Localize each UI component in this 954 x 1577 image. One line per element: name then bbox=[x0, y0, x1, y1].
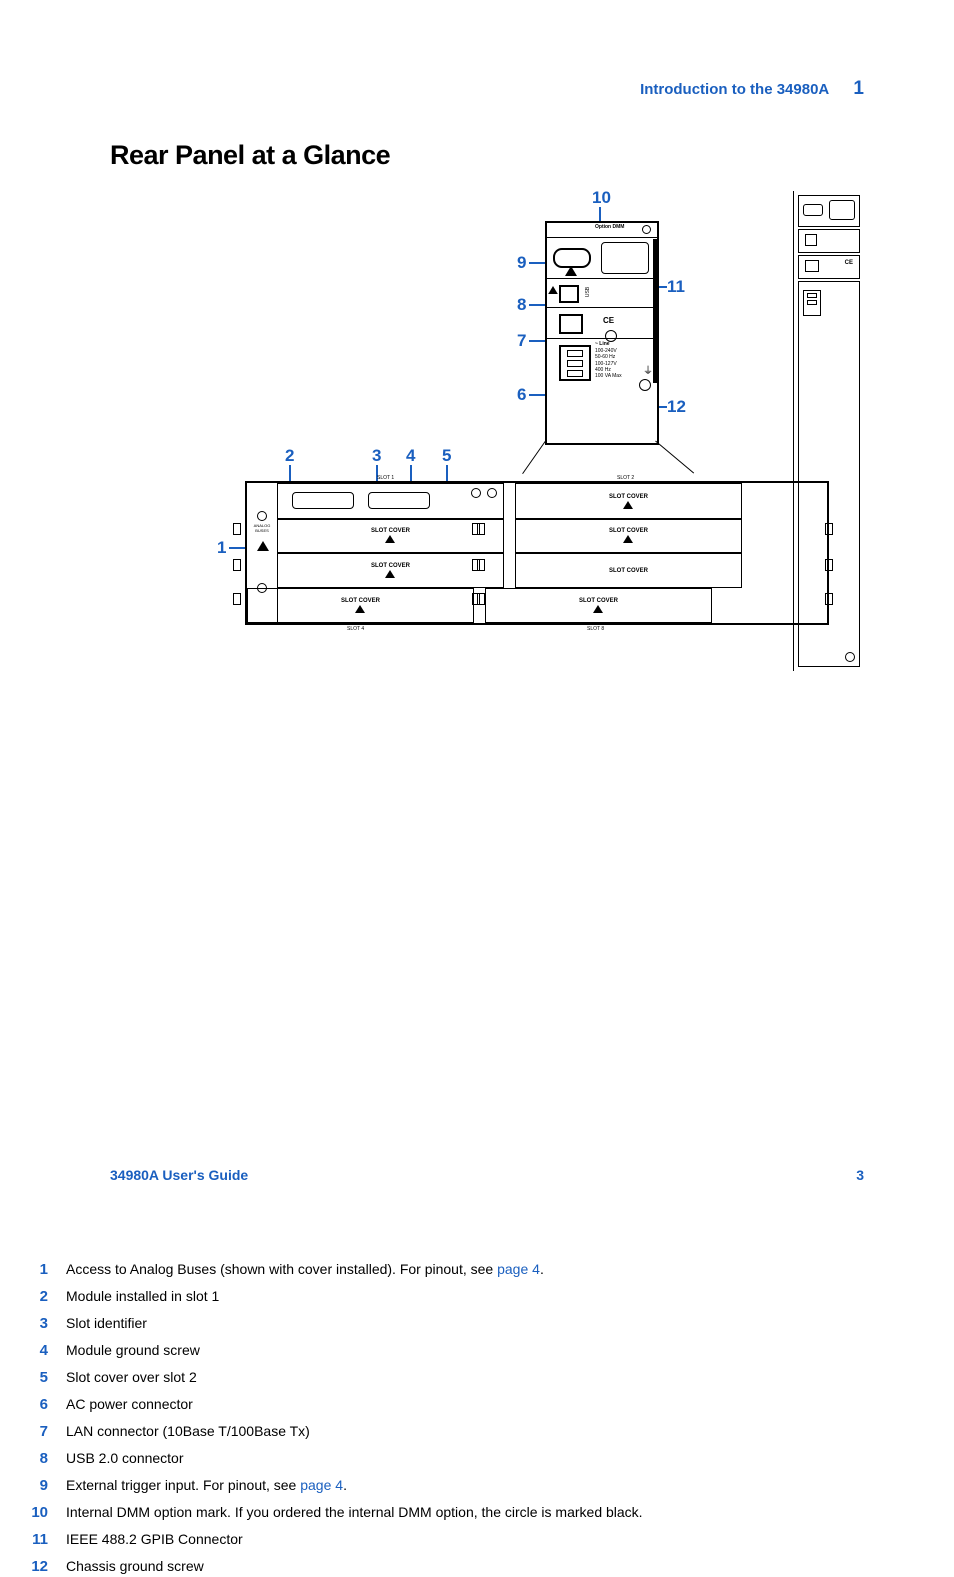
warning-icon bbox=[548, 286, 558, 294]
page-link[interactable]: page 4 bbox=[497, 1261, 540, 1277]
slot-1-module bbox=[277, 483, 504, 520]
slot8-label: SLOT 8 bbox=[587, 626, 604, 632]
warning-strip bbox=[653, 239, 659, 383]
callout-4: 4 bbox=[406, 446, 415, 466]
slot-cover: SLOT COVER bbox=[277, 553, 504, 588]
legend-item: 1Access to Analog Buses (shown with cove… bbox=[18, 1259, 954, 1280]
callout-7: 7 bbox=[517, 331, 526, 351]
slot-cover: SLOT COVER bbox=[485, 588, 712, 623]
rear-panel-diagram: 10 9 8 7 6 11 12 Option DMM bbox=[165, 191, 864, 671]
screw-icon bbox=[257, 511, 267, 521]
callout-8: 8 bbox=[517, 295, 526, 315]
handle-icon bbox=[233, 523, 241, 535]
line-label: ~ Line bbox=[595, 341, 610, 347]
legend-item: 2Module installed in slot 1 bbox=[18, 1286, 954, 1307]
legend-list: 1Access to Analog Buses (shown with cove… bbox=[18, 1259, 954, 1577]
slot2-label: SLOT 2 bbox=[617, 475, 634, 481]
slot1-label: SLOT 1 bbox=[377, 475, 394, 481]
legend-item: 8USB 2.0 connector bbox=[18, 1448, 954, 1469]
legend-item: 3Slot identifier bbox=[18, 1313, 954, 1334]
legend-item: 5Slot cover over slot 2 bbox=[18, 1367, 954, 1388]
hz-label-1: 50-60 Hz bbox=[595, 354, 615, 360]
callout-3: 3 bbox=[372, 446, 381, 466]
callout-2: 2 bbox=[285, 446, 294, 466]
slot-2-cover: SLOT COVER bbox=[515, 483, 742, 520]
chassis-io-panel: CE bbox=[793, 191, 864, 671]
ac-power-connector bbox=[559, 345, 591, 381]
chapter-header: Introduction to the 34980A 1 bbox=[640, 78, 864, 100]
center-divider bbox=[472, 483, 485, 623]
slot-cover-label: SLOT COVER bbox=[609, 494, 648, 500]
zoom-line bbox=[522, 441, 546, 474]
warning-icon bbox=[257, 541, 269, 551]
slot-cover: SLOT COVER bbox=[247, 588, 474, 623]
dmm-option-circle bbox=[642, 225, 651, 234]
usb-port bbox=[559, 285, 579, 303]
footer-page-number: 3 bbox=[856, 1167, 864, 1183]
footer-guide-title: 34980A User's Guide bbox=[110, 1167, 248, 1183]
usb-label: USB bbox=[585, 287, 591, 297]
ext-trig-connector bbox=[553, 248, 591, 268]
callout-6: 6 bbox=[517, 385, 526, 405]
callout-11: 11 bbox=[667, 277, 685, 297]
warning-icon bbox=[623, 501, 633, 509]
option-dmm-label: Option DMM bbox=[595, 224, 624, 230]
handle-icon bbox=[233, 593, 241, 605]
legend-item: 9External trigger input. For pinout, see… bbox=[18, 1475, 954, 1496]
callout-1: 1 bbox=[217, 538, 226, 558]
chapter-number: 1 bbox=[853, 78, 864, 99]
chapter-title: Introduction to the 34980A bbox=[640, 81, 829, 98]
va-label: 100 VA Max bbox=[595, 373, 622, 379]
chassis-ground-screw bbox=[639, 379, 651, 391]
page-link[interactable]: page 4 bbox=[300, 1477, 343, 1493]
zoom-line bbox=[655, 441, 694, 474]
callout-9: 9 bbox=[517, 253, 526, 273]
slot-cover: SLOT COVER bbox=[515, 518, 742, 553]
legend-item: 10Internal DMM option mark. If you order… bbox=[18, 1502, 954, 1523]
legend-item: 12Chassis ground screw bbox=[18, 1556, 954, 1577]
gpib-connector bbox=[601, 242, 649, 274]
warning-icon bbox=[565, 266, 577, 276]
callout-12: 12 bbox=[667, 397, 686, 417]
slot-cover: SLOT COVER bbox=[515, 553, 742, 588]
detail-panel: Option DMM USB CE bbox=[545, 221, 659, 445]
chassis-rear-view: ANALOG BUSES SLOT 1 SLOT 2 SLOT COVER SL… bbox=[245, 481, 829, 625]
legend-item: 4Module ground screw bbox=[18, 1340, 954, 1361]
page-footer: 34980A User's Guide 3 bbox=[110, 1167, 864, 1183]
legend-item: 6AC power connector bbox=[18, 1394, 954, 1415]
legend-item: 7LAN connector (10Base T/100Base Tx) bbox=[18, 1421, 954, 1442]
warning-icon bbox=[623, 535, 633, 543]
ground-screw bbox=[487, 488, 497, 498]
warning-icon bbox=[385, 535, 395, 543]
lan-port bbox=[559, 314, 583, 334]
slot-cover: SLOT COVER bbox=[277, 518, 504, 553]
module-connector bbox=[292, 492, 354, 509]
ground-icon: ⏚ bbox=[643, 362, 653, 377]
ce-mark: CE bbox=[603, 316, 614, 325]
callout-5: 5 bbox=[442, 446, 451, 466]
analog-buses-label: ANALOG BUSES bbox=[249, 523, 275, 533]
module-connector bbox=[368, 492, 430, 509]
section-title: Rear Panel at a Glance bbox=[110, 140, 864, 171]
callout-10: 10 bbox=[592, 188, 611, 208]
handle-icon bbox=[233, 559, 241, 571]
warning-icon bbox=[593, 605, 603, 613]
slot4-label: SLOT 4 bbox=[347, 626, 364, 632]
warning-icon bbox=[355, 605, 365, 613]
warning-icon bbox=[385, 570, 395, 578]
legend-item: 11IEEE 488.2 GPIB Connector bbox=[18, 1529, 954, 1550]
